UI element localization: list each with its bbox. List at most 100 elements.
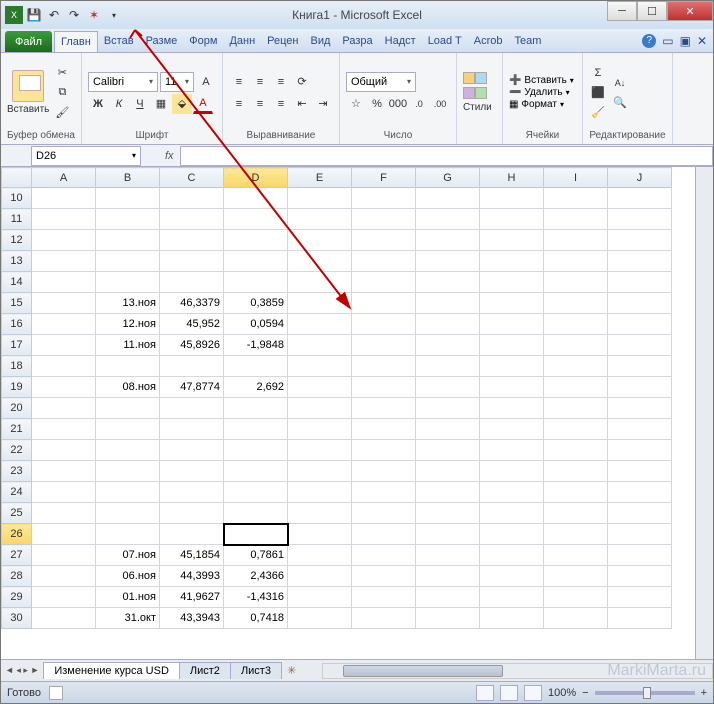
cell-D29[interactable]: -1,4316 — [224, 587, 288, 608]
cell-H18[interactable] — [480, 356, 544, 377]
tab-acrobat[interactable]: Acrob — [468, 29, 509, 52]
cell-H22[interactable] — [480, 440, 544, 461]
cell-A21[interactable] — [32, 419, 96, 440]
help-icon[interactable]: ? — [642, 34, 656, 48]
row-header-22[interactable]: 22 — [2, 440, 32, 461]
col-header-D[interactable]: D — [224, 168, 288, 188]
tab-data[interactable]: Данн — [223, 29, 261, 52]
col-header-G[interactable]: G — [416, 168, 480, 188]
cell-A25[interactable] — [32, 503, 96, 524]
paste-button[interactable]: Вставить — [7, 70, 49, 115]
cell-E28[interactable] — [288, 566, 352, 587]
cell-D27[interactable]: 0,7861 — [224, 545, 288, 566]
tab-addins[interactable]: Надст — [379, 29, 422, 52]
cell-J24[interactable] — [608, 482, 672, 503]
cell-C12[interactable] — [160, 230, 224, 251]
cell-A18[interactable] — [32, 356, 96, 377]
row-header-30[interactable]: 30 — [2, 608, 32, 629]
cell-A23[interactable] — [32, 461, 96, 482]
cell-A15[interactable] — [32, 293, 96, 314]
cell-A10[interactable] — [32, 188, 96, 209]
cell-B14[interactable] — [96, 272, 160, 293]
col-header-A[interactable]: A — [32, 168, 96, 188]
cell-C18[interactable] — [160, 356, 224, 377]
cell-E14[interactable] — [288, 272, 352, 293]
cell-H25[interactable] — [480, 503, 544, 524]
cell-D17[interactable]: -1,9848 — [224, 335, 288, 356]
row-header-13[interactable]: 13 — [2, 251, 32, 272]
inc-decimal-icon[interactable]: .0 — [409, 94, 429, 114]
row-header-23[interactable]: 23 — [2, 461, 32, 482]
cell-I19[interactable] — [544, 377, 608, 398]
cell-B15[interactable]: 13.ноя — [96, 293, 160, 314]
cell-D13[interactable] — [224, 251, 288, 272]
cell-I18[interactable] — [544, 356, 608, 377]
cell-B21[interactable] — [96, 419, 160, 440]
cell-J30[interactable] — [608, 608, 672, 629]
fill-icon[interactable]: ⬛ — [589, 84, 607, 102]
cell-F18[interactable] — [352, 356, 416, 377]
file-tab[interactable]: Файл — [5, 31, 52, 52]
tab-review[interactable]: Рецен — [261, 29, 304, 52]
cell-D26[interactable] — [224, 524, 288, 545]
cell-G20[interactable] — [416, 398, 480, 419]
cell-H16[interactable] — [480, 314, 544, 335]
cell-J18[interactable] — [608, 356, 672, 377]
cell-E13[interactable] — [288, 251, 352, 272]
col-header-H[interactable]: H — [480, 168, 544, 188]
cell-H21[interactable] — [480, 419, 544, 440]
sheet-tab-1[interactable]: Изменение курса USD — [43, 662, 180, 679]
cell-F29[interactable] — [352, 587, 416, 608]
cell-A24[interactable] — [32, 482, 96, 503]
col-header-I[interactable]: I — [544, 168, 608, 188]
cell-J27[interactable] — [608, 545, 672, 566]
cell-I27[interactable] — [544, 545, 608, 566]
cell-B28[interactable]: 06.ноя — [96, 566, 160, 587]
row-header-26[interactable]: 26 — [2, 524, 32, 545]
cell-I28[interactable] — [544, 566, 608, 587]
cell-A12[interactable] — [32, 230, 96, 251]
cell-A16[interactable] — [32, 314, 96, 335]
col-header-B[interactable]: B — [96, 168, 160, 188]
new-sheet-icon[interactable]: ✳ — [281, 664, 302, 677]
row-header-24[interactable]: 24 — [2, 482, 32, 503]
cancel-icon[interactable] — [141, 147, 159, 165]
cell-B25[interactable] — [96, 503, 160, 524]
cell-E20[interactable] — [288, 398, 352, 419]
cell-C27[interactable]: 45,1854 — [160, 545, 224, 566]
sheet-tab-3[interactable]: Лист3 — [230, 662, 282, 679]
cell-I16[interactable] — [544, 314, 608, 335]
dec-decimal-icon[interactable]: .00 — [430, 94, 450, 114]
cell-E11[interactable] — [288, 209, 352, 230]
cell-F28[interactable] — [352, 566, 416, 587]
cell-F17[interactable] — [352, 335, 416, 356]
cell-I22[interactable] — [544, 440, 608, 461]
zoom-out-icon[interactable]: − — [582, 687, 588, 699]
styles-button[interactable]: Стили — [463, 72, 492, 113]
row-header-29[interactable]: 29 — [2, 587, 32, 608]
cell-C16[interactable]: 45,952 — [160, 314, 224, 335]
cell-B11[interactable] — [96, 209, 160, 230]
cell-B22[interactable] — [96, 440, 160, 461]
align-right-icon[interactable]: ≡ — [271, 94, 291, 114]
sum-icon[interactable]: Σ — [589, 64, 607, 82]
row-header-10[interactable]: 10 — [2, 188, 32, 209]
cell-I12[interactable] — [544, 230, 608, 251]
cell-I25[interactable] — [544, 503, 608, 524]
cell-C25[interactable] — [160, 503, 224, 524]
cell-I17[interactable] — [544, 335, 608, 356]
cell-C20[interactable] — [160, 398, 224, 419]
cell-D15[interactable]: 0,3859 — [224, 293, 288, 314]
cell-G14[interactable] — [416, 272, 480, 293]
cell-F22[interactable] — [352, 440, 416, 461]
cell-B24[interactable] — [96, 482, 160, 503]
cell-D10[interactable] — [224, 188, 288, 209]
comma-icon[interactable]: 000 — [388, 94, 408, 114]
cell-B12[interactable] — [96, 230, 160, 251]
cell-I15[interactable] — [544, 293, 608, 314]
cell-G19[interactable] — [416, 377, 480, 398]
row-header-20[interactable]: 20 — [2, 398, 32, 419]
sheet-nav[interactable]: ◄ ◂ ▸ ► — [1, 665, 43, 676]
tab-home[interactable]: Главн — [54, 31, 98, 52]
cell-J12[interactable] — [608, 230, 672, 251]
